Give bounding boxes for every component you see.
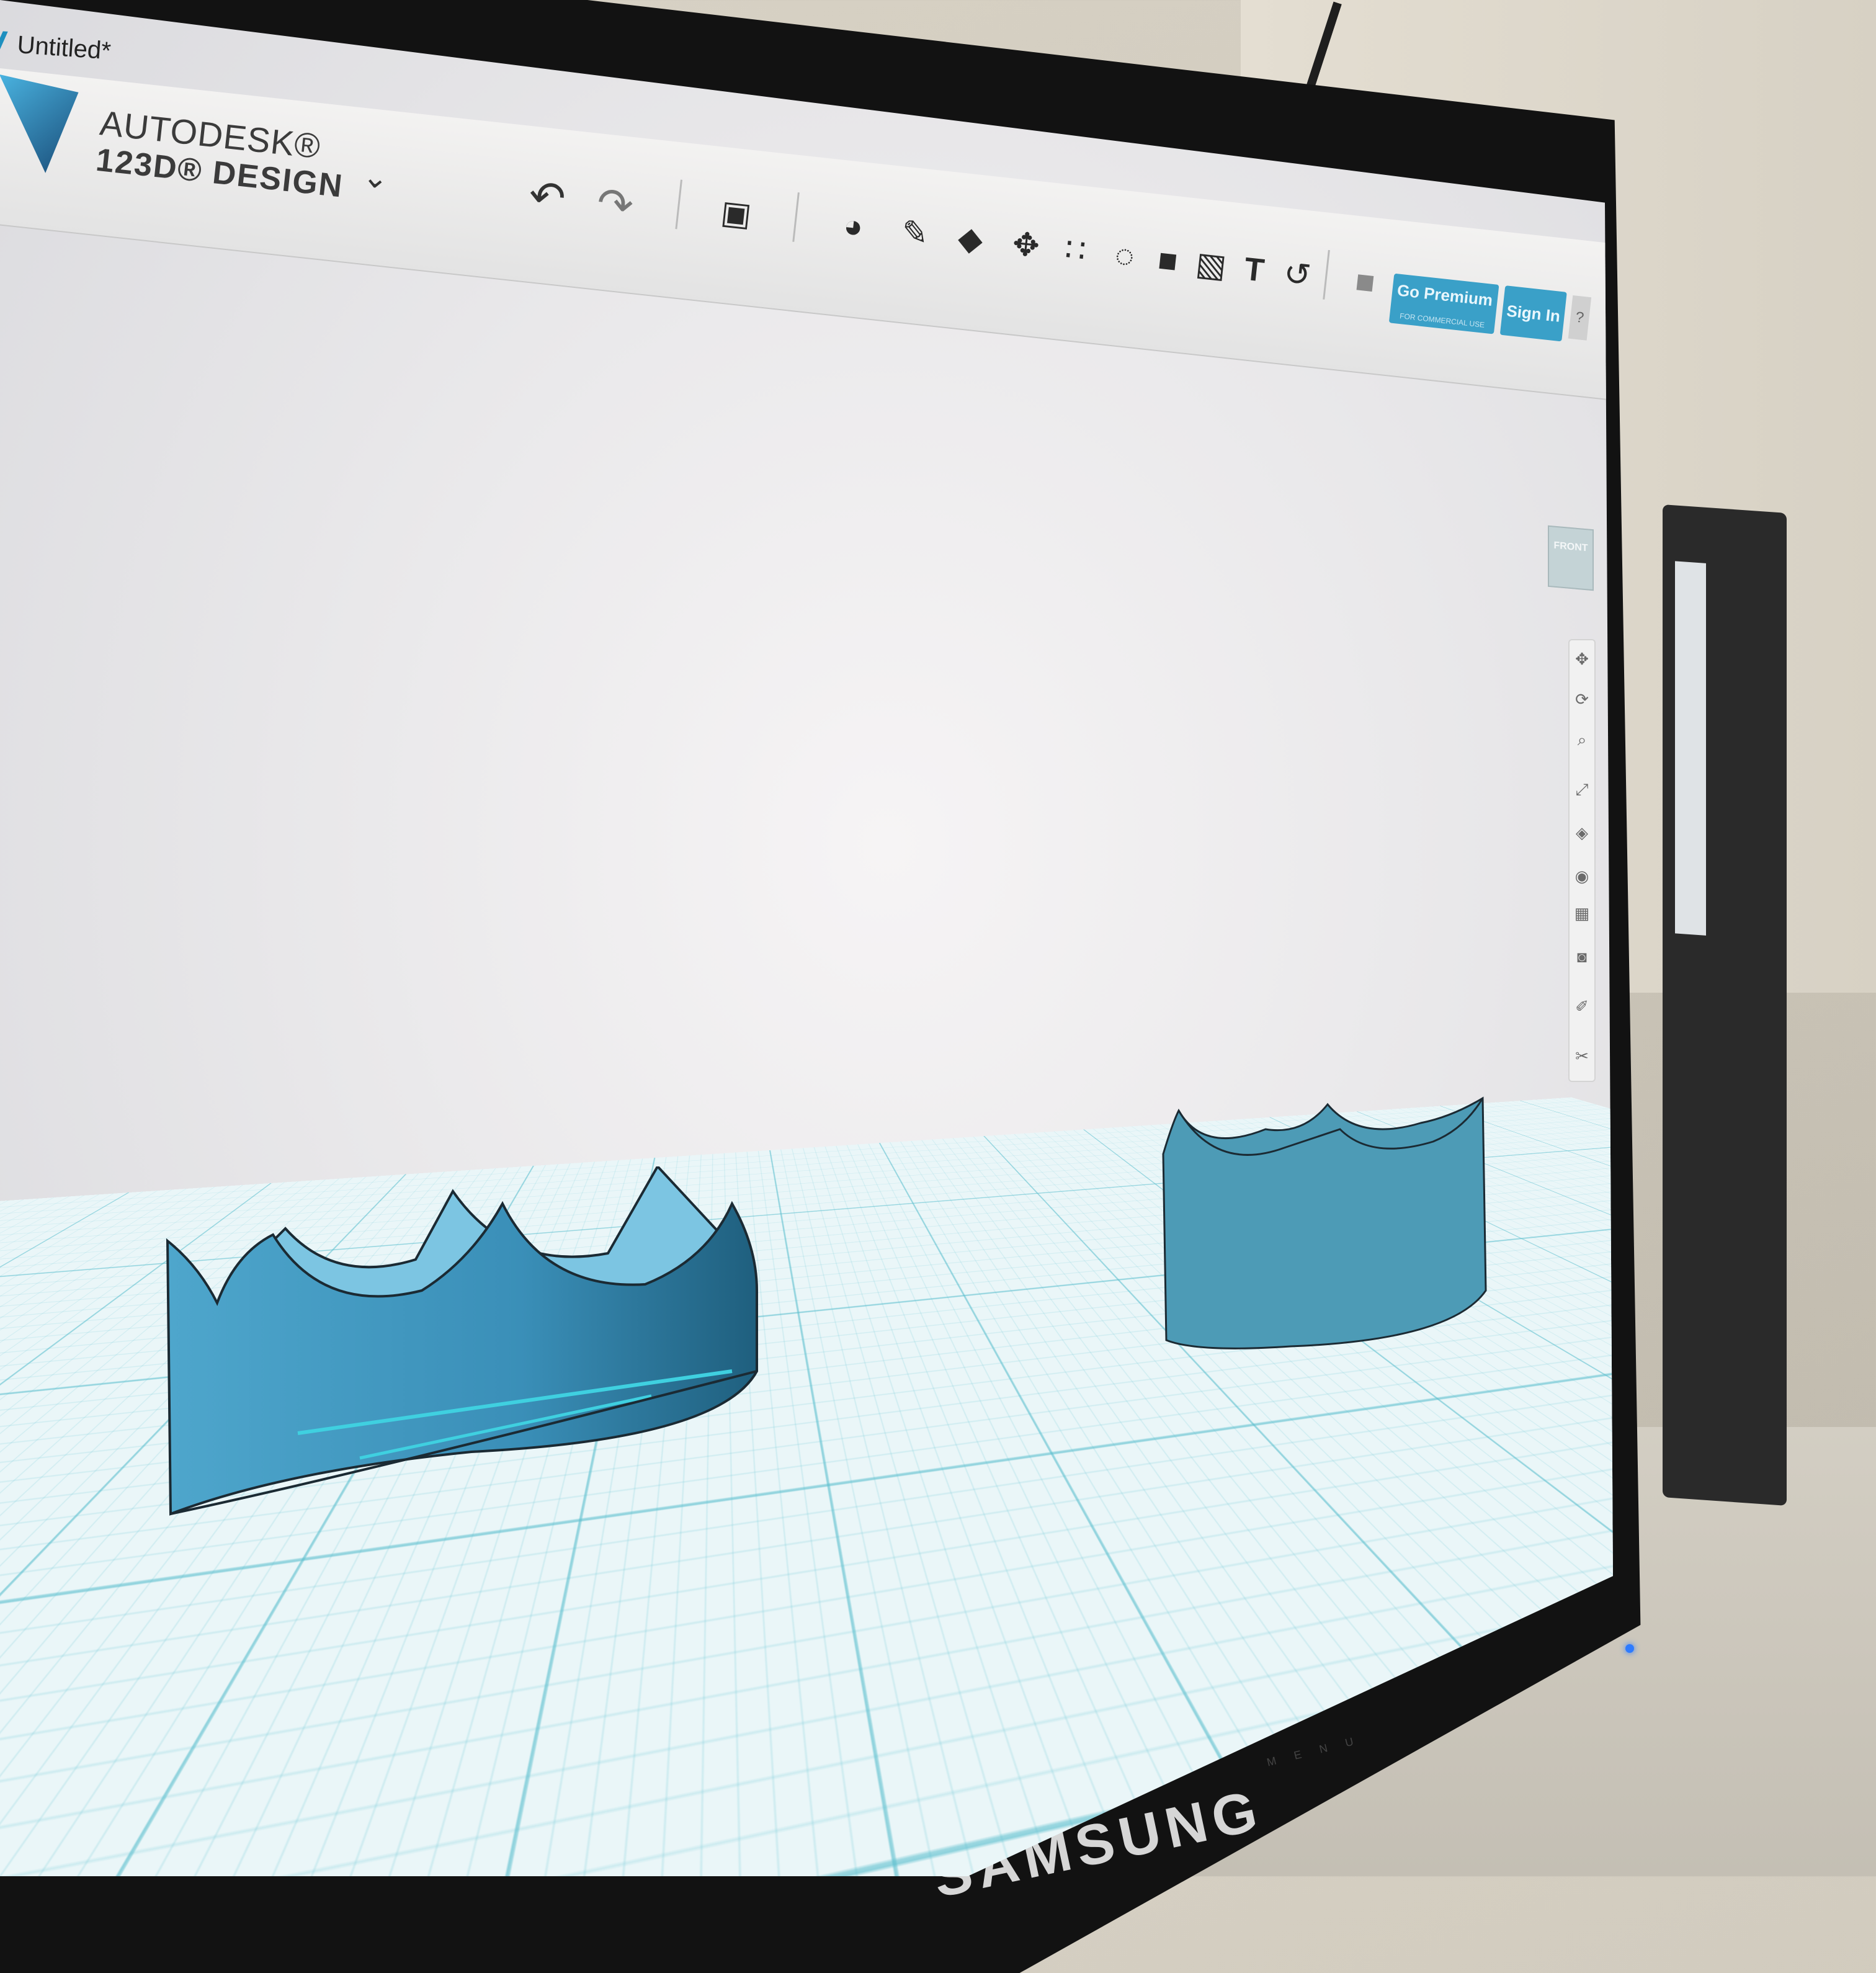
volume-icon[interactable]: ◀ bbox=[1471, 1544, 1486, 1565]
pattern-tool-icon[interactable]: ∷ bbox=[1052, 226, 1099, 274]
measure-tool-icon[interactable]: ▧ bbox=[1187, 241, 1235, 289]
material-view-icon[interactable]: ▦ bbox=[1570, 901, 1594, 926]
go-premium-button[interactable]: Go Premium FOR COMMERCIAL USE bbox=[1388, 273, 1499, 334]
orbit-icon[interactable]: ⟳ bbox=[1570, 687, 1594, 712]
snap-tool-icon[interactable]: ↺ bbox=[1274, 251, 1321, 298]
navigation-bar: ✥ ⟳ ⌕ ⤢ ◈ ◉ ▦ ◙ ✐ ✂ bbox=[1568, 639, 1596, 1082]
toolbar-divider bbox=[792, 192, 800, 242]
view-cube[interactable]: FRONT bbox=[1548, 525, 1594, 591]
power-led bbox=[1625, 1644, 1634, 1653]
linear-snap-input[interactable]: 1 bbox=[1486, 1496, 1542, 1529]
weather-icon[interactable]: ☂ bbox=[1264, 1580, 1281, 1601]
zoom-icon[interactable]: ⌕ bbox=[1570, 727, 1594, 752]
snap-view-icon[interactable]: ✐ bbox=[1570, 994, 1594, 1019]
ruler-icon[interactable]: ✂ bbox=[1570, 1044, 1594, 1068]
second-monitor bbox=[1663, 504, 1787, 1506]
fit-icon[interactable]: ⤢ bbox=[1570, 777, 1594, 802]
edit-grid-button[interactable]: Edit Grid bbox=[1482, 1457, 1597, 1495]
primitives-tool-icon[interactable]: ◕ bbox=[829, 202, 877, 250]
move-cursor-icon: ✥ bbox=[1045, 1505, 1074, 1544]
ime-indicator[interactable]: A bbox=[1496, 1539, 1509, 1560]
transform-tool-icon[interactable]: ▣ bbox=[712, 190, 760, 238]
tray-app-icon[interactable]: ▢ bbox=[1423, 1552, 1441, 1573]
sketch-tool-icon[interactable]: ✎ bbox=[891, 209, 939, 257]
app-screen: Untitled* AUTODESK® 123D® DESIGN ⌄ ↶ ↷ ▣… bbox=[0, 0, 1613, 1876]
tray-chevron-up-icon[interactable]: ^ bbox=[1398, 1557, 1408, 1578]
text-tool-icon[interactable]: T bbox=[1230, 246, 1278, 294]
mail-icon[interactable]: ✉ bbox=[849, 1725, 901, 1778]
network-icon[interactable]: ◢ bbox=[1447, 1548, 1462, 1569]
combine-tool-icon[interactable]: ■ bbox=[1144, 237, 1192, 285]
go-premium-sub-label: FOR COMMERCIAL USE bbox=[1399, 311, 1485, 329]
file-explorer-icon[interactable]: ▤ bbox=[787, 1759, 839, 1812]
construct-tool-icon[interactable]: ◆ bbox=[947, 215, 994, 263]
chrome-icon[interactable]: ◉ bbox=[912, 1695, 964, 1747]
app-icon bbox=[0, 31, 19, 51]
go-premium-label: Go Premium bbox=[1396, 280, 1494, 310]
camera-icon[interactable]: ◙ bbox=[1570, 944, 1594, 969]
visibility-icon[interactable]: ◉ bbox=[1570, 864, 1594, 888]
sign-in-button[interactable]: Sign In bbox=[1499, 285, 1567, 342]
123d-design-taskbar-icon[interactable]: ▼ bbox=[975, 1662, 1027, 1714]
toolbar-divider bbox=[675, 179, 683, 230]
angular-snap-input[interactable]: 1 bbox=[1548, 1487, 1604, 1521]
brand-name: AUTODESK® 123D® DESIGN bbox=[94, 103, 349, 205]
window-title: Untitled* bbox=[16, 31, 112, 65]
help-button[interactable]: ? bbox=[1568, 295, 1592, 341]
app-logo-icon[interactable] bbox=[0, 74, 79, 176]
grouping-tool-icon[interactable]: ◌ bbox=[1101, 232, 1148, 280]
crown-model-large[interactable] bbox=[161, 1166, 769, 1539]
perspective-icon[interactable]: ◈ bbox=[1570, 820, 1594, 845]
crown-model-small[interactable] bbox=[1160, 1092, 1495, 1353]
app-menu-chevron-down-icon[interactable]: ⌄ bbox=[361, 158, 391, 196]
pan-icon[interactable]: ✥ bbox=[1570, 646, 1594, 671]
undo-icon[interactable]: ↶ bbox=[526, 170, 568, 225]
redo-icon[interactable]: ↷ bbox=[594, 177, 636, 231]
material-tool-icon[interactable]: ■ bbox=[1341, 258, 1389, 306]
modify-tool-icon[interactable]: ✥ bbox=[1002, 221, 1050, 269]
toolbar-divider bbox=[1323, 249, 1330, 300]
